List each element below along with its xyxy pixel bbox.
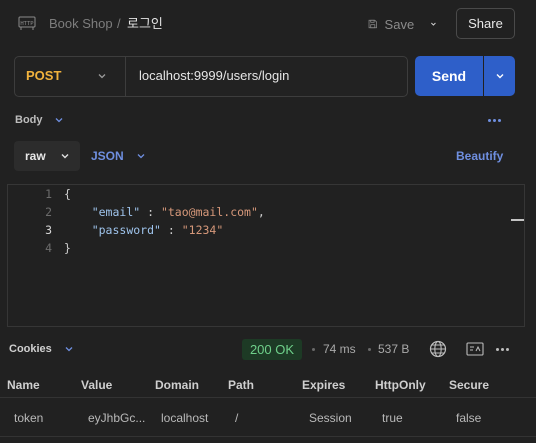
response-time[interactable]: 74 ms — [323, 342, 356, 356]
save-button[interactable]: Save — [362, 10, 444, 38]
column-header[interactable]: Domain — [155, 378, 199, 392]
line-number: 3 — [45, 223, 52, 237]
table-cell: token — [14, 411, 44, 425]
method-select[interactable]: POST — [26, 68, 61, 84]
separator-dot — [312, 348, 315, 351]
code-line: } — [64, 241, 71, 255]
chevron-down-icon[interactable] — [54, 115, 64, 125]
json-key: "email" — [91, 205, 141, 219]
body-mode-label: raw — [25, 149, 46, 163]
table-cell: / — [235, 411, 239, 425]
breadcrumb-separator: / — [117, 16, 121, 31]
chevron-down-icon — [61, 154, 69, 159]
status-badge[interactable]: 200 OK — [242, 339, 302, 360]
table-cell: eyJhbGc... — [88, 411, 146, 425]
table-divider — [0, 436, 536, 437]
code-line: "password" : "1234" — [91, 223, 224, 237]
table-cell: true — [382, 411, 403, 425]
response-tab-select[interactable]: Cookies — [9, 342, 52, 356]
line-number: 1 — [45, 187, 52, 201]
share-button[interactable]: Share — [456, 8, 515, 39]
column-header[interactable]: HttpOnly — [375, 378, 426, 392]
column-header[interactable]: Path — [228, 378, 254, 392]
send-options-button[interactable] — [484, 56, 515, 96]
column-header[interactable]: Name — [7, 378, 40, 392]
code-editor[interactable]: 1 2 3 4 { "email" : "tao@mail.com", "pas… — [7, 184, 525, 327]
table-cell: false — [456, 411, 482, 425]
response-size[interactable]: 537 B — [378, 342, 409, 356]
body-section-label[interactable]: Body — [15, 113, 43, 127]
code-line: "email" : "tao@mail.com", — [91, 205, 265, 219]
more-options-icon[interactable] — [496, 341, 512, 357]
editor-scrollbar[interactable] — [511, 219, 524, 221]
url-input[interactable]: localhost:9999/users/login — [139, 68, 289, 84]
breadcrumb-collection[interactable]: Book Shop — [49, 15, 113, 33]
json-value: "1234" — [181, 223, 224, 237]
table-divider — [0, 397, 536, 398]
example-icon[interactable] — [466, 342, 484, 356]
column-header[interactable]: Expires — [302, 378, 345, 392]
chevron-down-icon — [496, 74, 503, 79]
json-key: "password" — [91, 223, 161, 237]
body-format-select[interactable]: JSON — [91, 149, 124, 163]
table-cell: Session — [309, 411, 352, 425]
chevron-down-icon[interactable] — [97, 71, 107, 81]
save-icon — [368, 19, 377, 29]
svg-text:HTTP: HTTP — [20, 21, 34, 27]
more-options-icon[interactable] — [488, 112, 508, 128]
chevron-down-icon[interactable] — [430, 19, 437, 29]
separator-dot — [368, 348, 371, 351]
table-cell: localhost — [161, 411, 209, 425]
column-header[interactable]: Secure — [449, 378, 489, 392]
line-number: 4 — [45, 241, 52, 255]
http-request-icon: HTTP — [18, 14, 38, 32]
body-mode-select[interactable]: raw — [14, 141, 80, 171]
chevron-down-icon[interactable] — [136, 151, 146, 161]
globe-icon[interactable] — [429, 340, 447, 358]
column-header[interactable]: Value — [81, 378, 112, 392]
save-label: Save — [384, 16, 415, 32]
beautify-button[interactable]: Beautify — [456, 149, 503, 163]
line-number: 2 — [45, 205, 52, 219]
chevron-down-icon[interactable] — [64, 344, 74, 354]
request-title[interactable]: 로그인 — [127, 15, 163, 33]
url-divider — [125, 57, 126, 96]
json-value: "tao@mail.com" — [160, 205, 258, 219]
send-button[interactable]: Send — [415, 56, 483, 96]
code-line: { — [64, 187, 71, 201]
